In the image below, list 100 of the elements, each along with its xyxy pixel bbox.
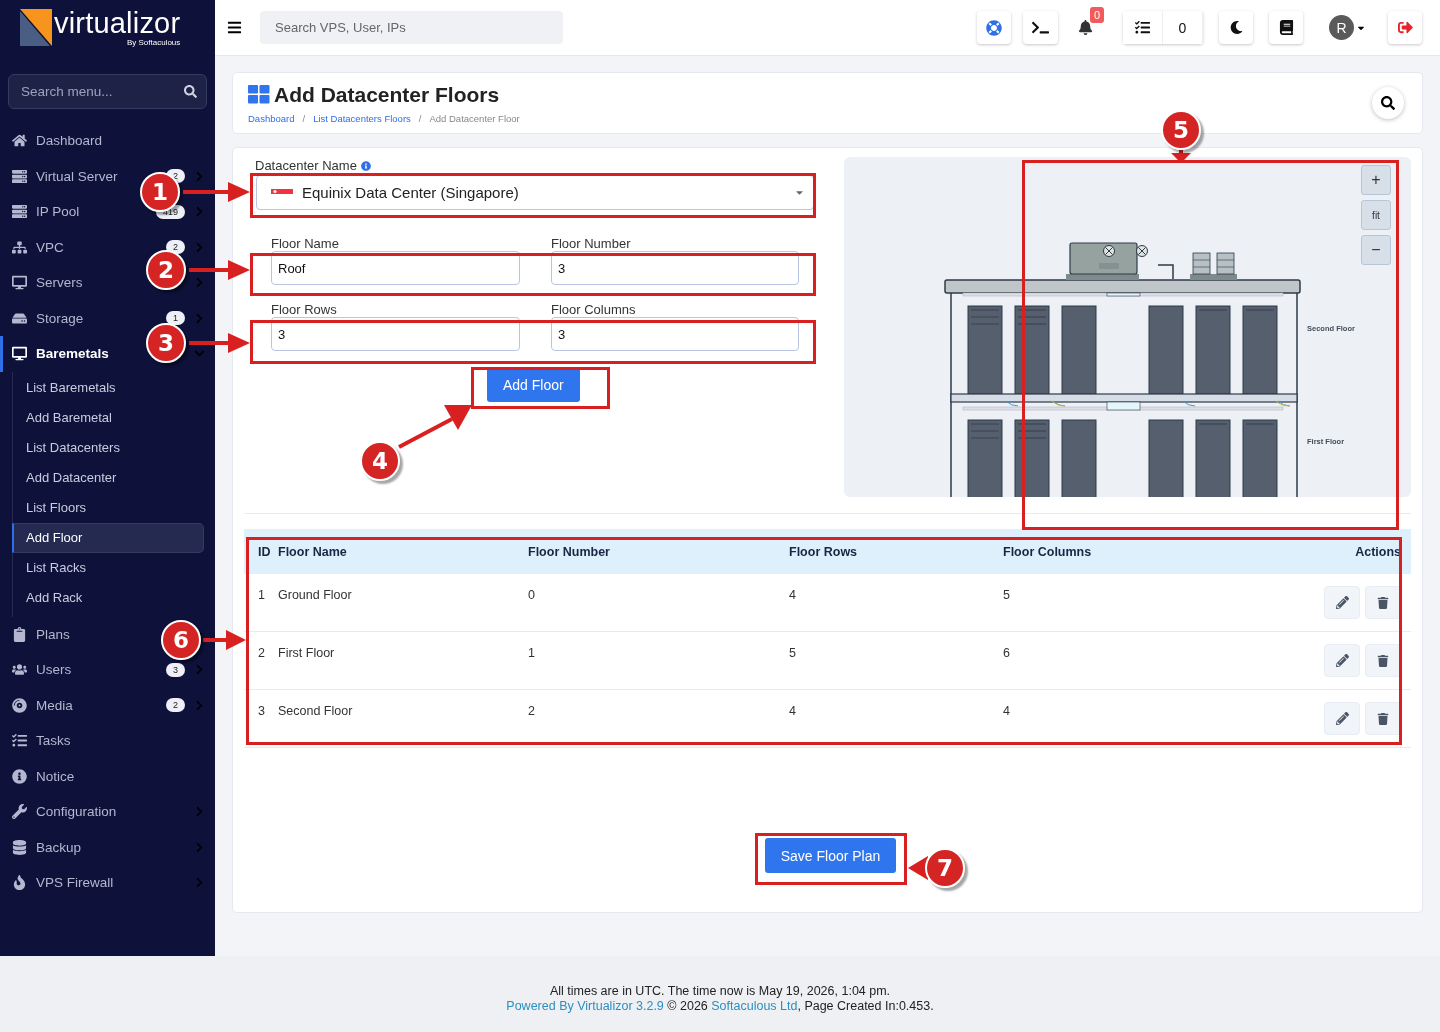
column-header: ID bbox=[258, 544, 272, 559]
sidebar-item[interactable]: Dashboard bbox=[36, 133, 103, 149]
submenu-item[interactable]: List Racks bbox=[12, 552, 204, 583]
sidebar-item[interactable]: Servers bbox=[36, 275, 83, 291]
submenu-item[interactable]: Add Baremetal bbox=[12, 402, 204, 433]
home-icon bbox=[12, 133, 27, 149]
field-label: Datacenter Name bbox=[255, 158, 357, 173]
edit-button[interactable] bbox=[1324, 586, 1360, 619]
sidebar-item[interactable]: VPC bbox=[36, 239, 64, 255]
breadcrumb-separator: / bbox=[418, 112, 422, 124]
input-field[interactable]: 3 bbox=[551, 317, 799, 351]
search-button[interactable] bbox=[1372, 87, 1404, 119]
field-label: Floor Rows bbox=[271, 302, 338, 317]
logout-icon bbox=[1397, 20, 1413, 35]
table-cell-text: 1 bbox=[528, 646, 536, 660]
monitor-icon bbox=[12, 346, 27, 362]
input-field[interactable]: 3 bbox=[271, 317, 520, 351]
breadcrumb-link[interactable]: Dashboard bbox=[248, 112, 295, 124]
count-badge: 2 bbox=[166, 240, 185, 255]
notification-badge: 0 bbox=[1090, 7, 1105, 23]
table-cell-text: Ground Floor bbox=[278, 588, 353, 602]
sidebar-item[interactable]: Baremetals bbox=[36, 346, 109, 362]
table-cell-text: 2 bbox=[528, 704, 536, 718]
table-cell-text: 6 bbox=[1003, 646, 1011, 660]
trash-icon bbox=[1377, 596, 1389, 609]
submenu-item[interactable]: Add Rack bbox=[12, 582, 204, 613]
flame-icon bbox=[12, 875, 27, 891]
tasks-button[interactable] bbox=[1123, 11, 1163, 44]
pencil-icon bbox=[1335, 596, 1349, 609]
field-label: Floor Number bbox=[551, 236, 632, 251]
count-badge: 1 bbox=[166, 311, 185, 326]
table-cell-text: 0 bbox=[528, 588, 536, 602]
bell-icon[interactable] bbox=[1078, 20, 1093, 35]
sidebar-item[interactable]: IP Pool bbox=[36, 204, 80, 220]
zoom-in-button[interactable]: + bbox=[1361, 165, 1391, 195]
user-avatar[interactable]: R bbox=[1329, 15, 1354, 40]
submenu-item[interactable]: List Datacenters bbox=[12, 432, 204, 463]
terminal-button[interactable] bbox=[1023, 11, 1058, 44]
sidebar-item[interactable]: Media bbox=[36, 697, 73, 713]
sidebar-item[interactable]: Tasks bbox=[36, 733, 71, 749]
sidebar-item[interactable]: Configuration bbox=[36, 804, 117, 820]
search-icon bbox=[184, 85, 197, 98]
table-cell-text: 2 bbox=[258, 646, 266, 660]
sidebar-item[interactable]: Notice bbox=[36, 768, 75, 784]
menu-icon[interactable] bbox=[227, 20, 242, 35]
sidebar-item[interactable]: Users bbox=[36, 662, 72, 678]
network-icon bbox=[12, 239, 27, 255]
sidebar-item[interactable]: Plans bbox=[36, 626, 70, 642]
callout-arrow bbox=[189, 333, 250, 353]
table-cell-text: 1 bbox=[258, 588, 266, 602]
callout-arrow bbox=[203, 630, 246, 650]
sidebar-item[interactable]: Virtual Server bbox=[36, 168, 118, 184]
flag-icon bbox=[271, 188, 293, 197]
database-icon bbox=[12, 839, 27, 855]
breadcrumb-link[interactable]: List Datacenters Floors bbox=[313, 112, 411, 124]
support-button[interactable] bbox=[977, 11, 1011, 44]
submenu-item[interactable]: List Floors bbox=[12, 492, 204, 523]
moon-icon bbox=[1229, 21, 1243, 34]
callout-arrow bbox=[183, 182, 250, 202]
edit-button[interactable] bbox=[1324, 702, 1360, 735]
submenu-item[interactable]: List Baremetals bbox=[12, 372, 204, 403]
edit-button[interactable] bbox=[1324, 644, 1360, 677]
delete-button[interactable] bbox=[1365, 644, 1401, 677]
server-icon bbox=[12, 168, 27, 184]
count-badge: 3 bbox=[166, 662, 185, 677]
wrench-icon bbox=[12, 804, 27, 820]
menu-search-field[interactable]: Search menu... bbox=[8, 74, 207, 109]
table-cell-text: 5 bbox=[1003, 588, 1011, 602]
task-count[interactable]: 0 bbox=[1163, 11, 1203, 44]
breadcrumb-separator: / bbox=[302, 112, 306, 124]
logo-icon bbox=[20, 9, 52, 46]
trash-icon bbox=[1377, 654, 1389, 667]
active-indicator bbox=[0, 336, 3, 372]
column-header: Floor Number bbox=[528, 544, 611, 559]
delete-button[interactable] bbox=[1365, 702, 1401, 735]
dark-mode-button[interactable] bbox=[1219, 11, 1253, 44]
sidebar-item[interactable]: Storage bbox=[36, 310, 84, 326]
checklist-icon bbox=[1135, 20, 1150, 35]
column-header: Actions bbox=[1354, 544, 1401, 559]
zoom-out-button[interactable]: − bbox=[1361, 235, 1391, 265]
table-cell-text: 4 bbox=[1003, 704, 1011, 718]
submenu-item[interactable]: Add Datacenter bbox=[12, 462, 204, 493]
docs-button[interactable] bbox=[1269, 11, 1303, 44]
save-button[interactable]: Save Floor Plan bbox=[764, 838, 897, 873]
time-note: All times are in UTC. The time now is May 19, 2026, 1:04 pm. bbox=[549, 984, 891, 998]
breadcrumb-text: Add Datacenter Floor bbox=[429, 112, 520, 124]
fit-button[interactable]: fit bbox=[1361, 200, 1391, 230]
search-field[interactable]: Search VPS, User, IPs bbox=[260, 11, 563, 44]
brand-byline: By Softaculous bbox=[126, 38, 181, 47]
delete-button[interactable] bbox=[1365, 586, 1401, 619]
column-header: Floor Rows bbox=[789, 544, 859, 559]
table-cell-text: First Floor bbox=[278, 646, 336, 660]
sidebar-item[interactable]: Backup bbox=[36, 839, 82, 855]
logout-button[interactable] bbox=[1388, 11, 1422, 44]
checklist-icon bbox=[12, 733, 27, 749]
sidebar-item[interactable]: VPS Firewall bbox=[36, 875, 114, 891]
submenu-item[interactable]: Add Floor bbox=[12, 522, 204, 553]
column-header: Floor Name bbox=[278, 544, 348, 559]
table-cell-text: 4 bbox=[789, 704, 797, 718]
callout-arrow bbox=[189, 260, 250, 280]
